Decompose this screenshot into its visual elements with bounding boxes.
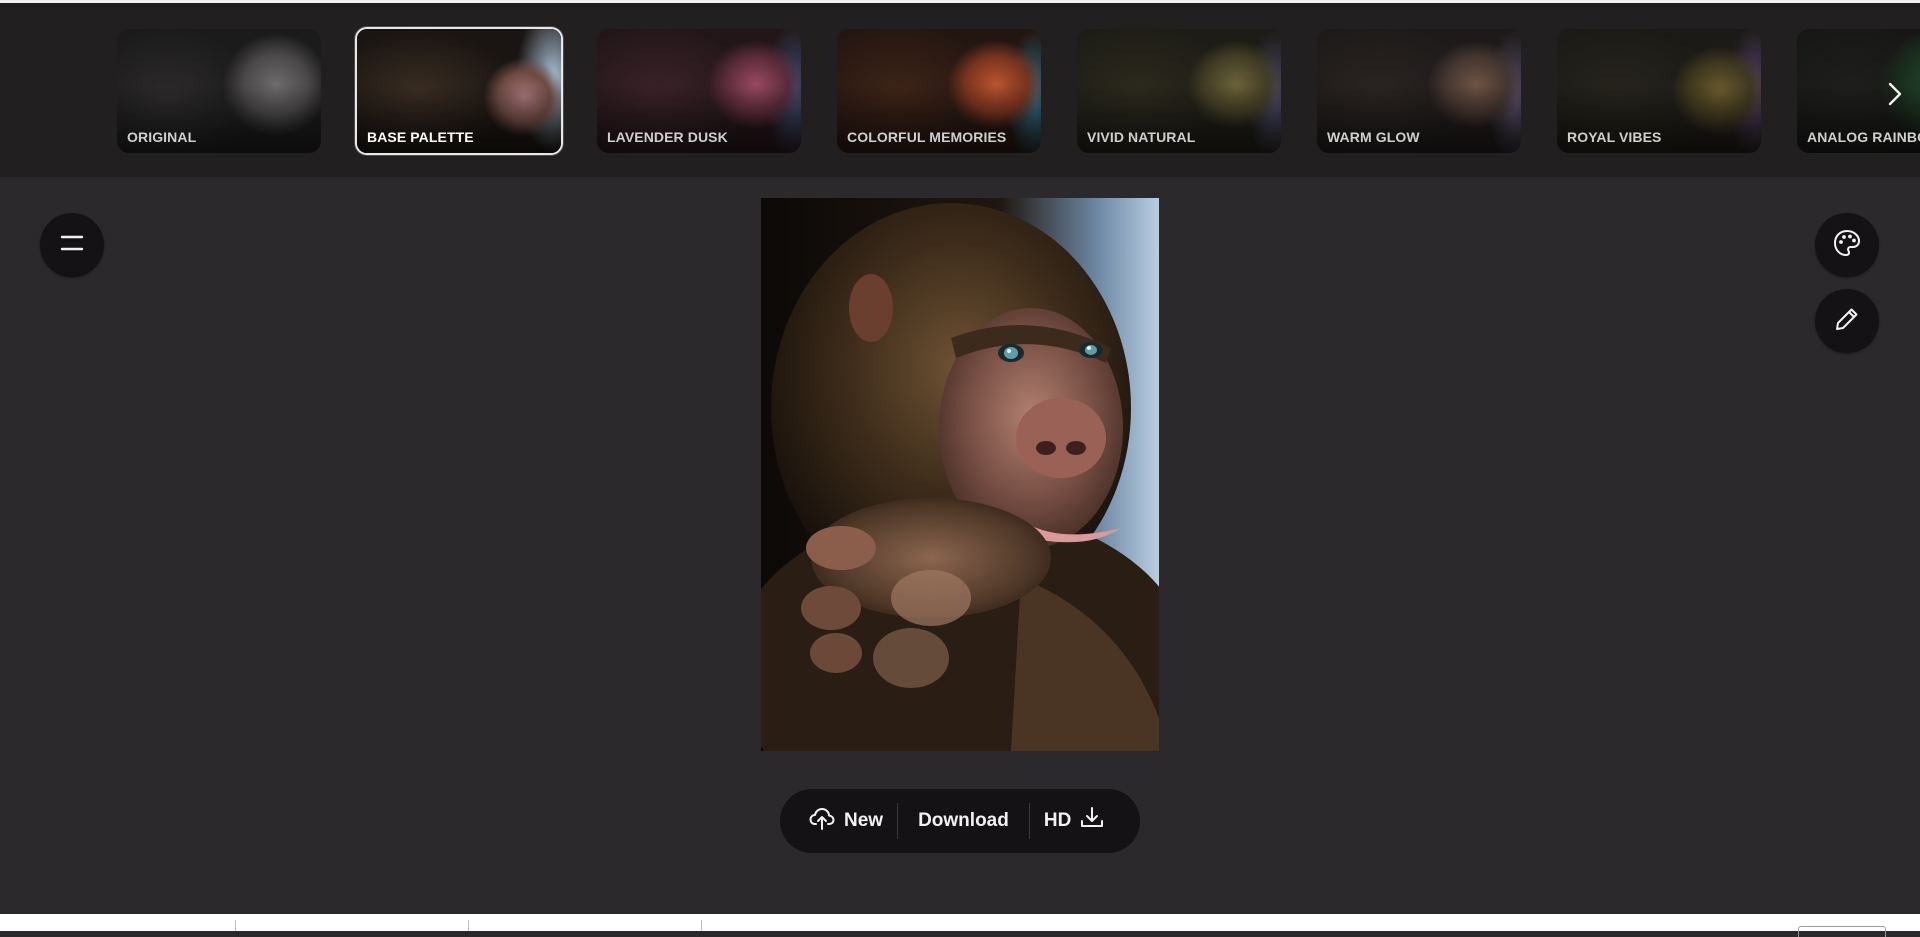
palette-label: VIVID NATURAL (1087, 129, 1196, 145)
palette-thumb-vivid-natural[interactable]: VIVID NATURAL (1077, 29, 1281, 153)
chevron-right-icon[interactable] (1874, 73, 1916, 115)
palette-label: ANALOG RAINBOW (1807, 129, 1920, 145)
palette-thumb-base-palette[interactable]: BASE PALETTE (355, 27, 563, 155)
cloud-upload-icon (808, 804, 836, 838)
palette-label: WARM GLOW (1327, 129, 1420, 145)
palette-label: ROYAL VIBES (1567, 129, 1662, 145)
palette-thumb-original[interactable]: ORIGINAL (117, 29, 321, 153)
menu-button[interactable] (40, 213, 104, 277)
new-button[interactable]: New (794, 789, 897, 853)
download-button[interactable]: Download (898, 789, 1029, 853)
palette-strip: ORIGINAL BASE PALETTE LAVENDER DUSK COLO… (0, 3, 1920, 177)
divider (468, 920, 469, 931)
divider (235, 920, 236, 931)
palette-thumb-royal-vibes[interactable]: ROYAL VIBES (1557, 29, 1761, 153)
action-bar: New Download HD (780, 789, 1140, 853)
palette-label: LAVENDER DUSK (607, 129, 728, 145)
palette-button[interactable] (1815, 213, 1879, 277)
palette-icon (1831, 227, 1863, 264)
bottom-bar (0, 914, 1920, 937)
hamburger-menu-icon (59, 232, 85, 259)
palette-thumb-warm-glow[interactable]: WARM GLOW (1317, 29, 1521, 153)
main-image (761, 198, 1159, 751)
palette-label: COLORFUL MEMORIES (847, 129, 1007, 145)
download-label: Download (918, 810, 1009, 831)
bottom-tab[interactable] (1798, 926, 1886, 937)
palette-thumb-lavender-dusk[interactable]: LAVENDER DUSK (597, 29, 801, 153)
hd-label: HD (1043, 810, 1072, 831)
palette-label: BASE PALETTE (367, 129, 474, 145)
new-label: New (844, 810, 884, 831)
edit-button[interactable] (1815, 289, 1879, 353)
palette-label: ORIGINAL (127, 129, 197, 145)
palette-thumbnails: ORIGINAL BASE PALETTE LAVENDER DUSK COLO… (0, 3, 1920, 177)
hd-download-button[interactable]: HD (1030, 789, 1119, 853)
palette-thumb-colorful-memories[interactable]: COLORFUL MEMORIES (837, 29, 1041, 153)
divider (701, 920, 702, 931)
pencil-icon (1832, 304, 1862, 339)
download-icon (1079, 805, 1105, 837)
